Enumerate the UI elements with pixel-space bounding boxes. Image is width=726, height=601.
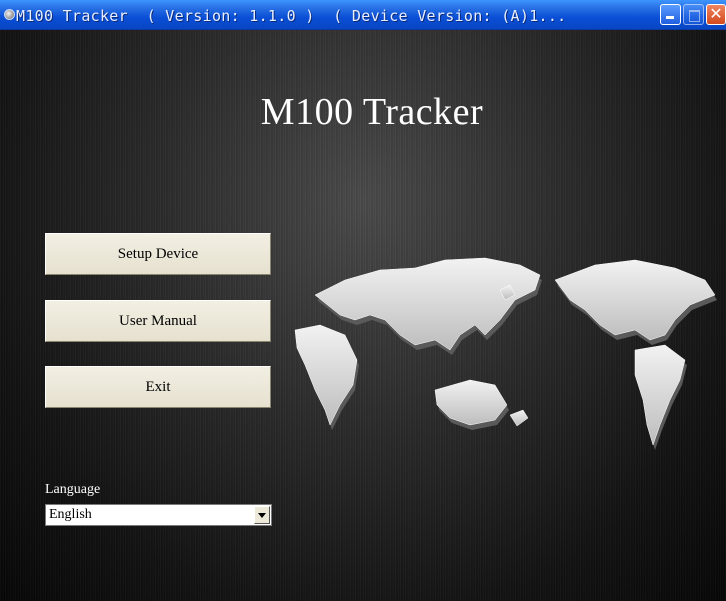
maximize-button[interactable] bbox=[683, 4, 704, 25]
maximize-icon bbox=[689, 10, 700, 22]
language-selected-value: English bbox=[49, 507, 92, 522]
main-window: M100 Tracker Setup Device User Manual Ex… bbox=[0, 30, 726, 601]
app-title: M100 Tracker bbox=[260, 91, 484, 133]
setup-device-button[interactable]: Setup Device bbox=[45, 233, 271, 275]
user-manual-button[interactable]: User Manual bbox=[45, 300, 271, 342]
world-map-icon bbox=[294, 257, 717, 450]
title-bar[interactable]: M100 Tracker ( Version: 1.1.0 ) ( Device… bbox=[0, 0, 726, 30]
minimize-icon bbox=[666, 16, 674, 19]
language-select[interactable]: English bbox=[45, 504, 272, 526]
exit-button[interactable]: Exit bbox=[45, 366, 271, 408]
language-label: Language bbox=[45, 482, 101, 497]
chevron-down-icon[interactable] bbox=[254, 506, 270, 524]
app-icon[interactable] bbox=[4, 9, 15, 20]
close-icon: ✕ bbox=[709, 4, 723, 23]
minimize-button[interactable] bbox=[660, 4, 681, 25]
close-button[interactable]: ✕ bbox=[706, 4, 726, 25]
window-title: M100 Tracker ( Version: 1.1.0 ) ( Device… bbox=[16, 7, 567, 25]
